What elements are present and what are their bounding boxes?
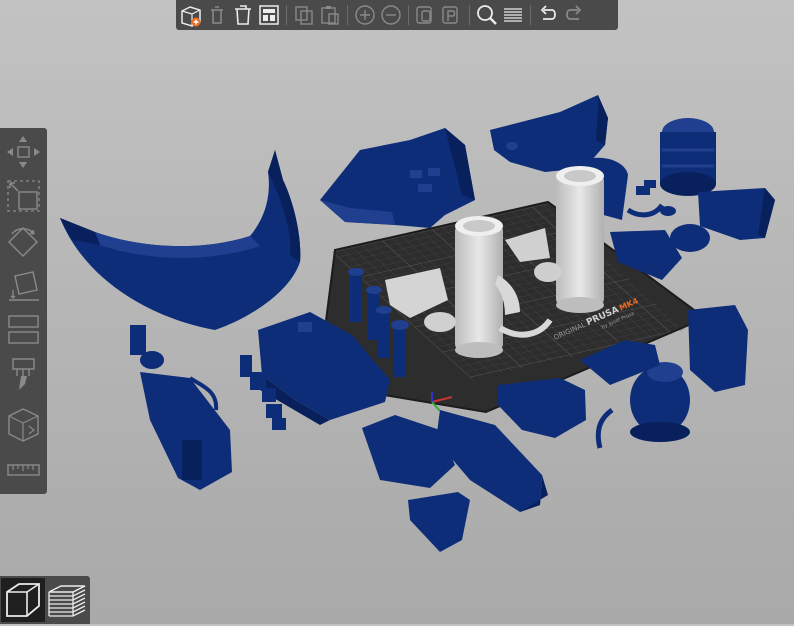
move-icon (7, 136, 40, 168)
seam-paint-icon (8, 408, 39, 442)
model-part-visor[interactable] (60, 150, 301, 330)
preview-icon (48, 585, 86, 617)
support-paint-icon (12, 358, 35, 390)
remove-instance-button[interactable] (378, 1, 404, 29)
cut-button[interactable] (3, 310, 44, 350)
support-paint-button[interactable] (3, 354, 44, 394)
3d-view-button[interactable] (1, 578, 45, 622)
measure-icon (7, 464, 40, 476)
add-instance-button[interactable] (352, 1, 378, 29)
cut-icon (8, 315, 39, 344)
model-part-helmet-top[interactable] (320, 128, 475, 228)
toolbar-separator (530, 5, 531, 25)
place-on-face-icon (9, 271, 39, 301)
split-to-objects-icon (416, 6, 432, 24)
rotate-button[interactable] (3, 222, 44, 262)
paste-button[interactable] (317, 1, 343, 29)
redo-icon (566, 5, 582, 20)
layers-editing-icon (504, 8, 522, 22)
undo-icon (540, 5, 556, 20)
add-object-icon (181, 6, 201, 27)
toolbar-separator (408, 5, 409, 25)
arrange-button[interactable] (256, 1, 282, 29)
undo-button[interactable] (535, 1, 561, 29)
split-to-parts-button[interactable] (439, 1, 465, 29)
delete-icon (211, 6, 223, 24)
toolbar-separator (286, 5, 287, 25)
3d-view-icon (6, 583, 40, 617)
model-part-lower-plates[interactable] (362, 410, 548, 552)
delete-all-icon (235, 5, 251, 25)
split-to-objects-button[interactable] (413, 1, 439, 29)
toolbar-separator (469, 5, 470, 25)
scale-icon (7, 180, 40, 212)
move-button[interactable] (3, 132, 44, 172)
redo-button[interactable] (561, 1, 587, 29)
top-toolbar (176, 0, 618, 30)
measure-button[interactable] (3, 450, 44, 490)
copy-button[interactable] (291, 1, 317, 29)
add-object-button[interactable] (178, 1, 204, 29)
remove-instance-icon (381, 5, 401, 25)
view-toggle (0, 576, 90, 624)
place-on-face-button[interactable] (3, 266, 44, 306)
search-button[interactable] (474, 1, 500, 29)
search-icon (477, 5, 497, 25)
preview-button[interactable] (45, 578, 89, 622)
scale-button[interactable] (3, 176, 44, 216)
model-part-canister[interactable] (660, 118, 716, 196)
delete-all-button[interactable] (230, 1, 256, 29)
arrange-icon (259, 5, 279, 25)
layers-editing-button[interactable] (500, 1, 526, 29)
left-gizmo-toolbar (0, 128, 47, 494)
add-instance-icon (355, 5, 375, 25)
toolbar-separator (347, 5, 348, 25)
3d-viewport[interactable]: ORIGINAL PRUSA MK4 by Josef Prusa (0, 0, 794, 624)
rotate-icon (8, 227, 38, 257)
model-part-arm[interactable] (130, 325, 232, 490)
copy-icon (295, 6, 313, 25)
paste-icon (321, 6, 339, 25)
delete-button[interactable] (204, 1, 230, 29)
seam-paint-button[interactable] (3, 404, 44, 444)
split-to-parts-icon (442, 6, 458, 24)
